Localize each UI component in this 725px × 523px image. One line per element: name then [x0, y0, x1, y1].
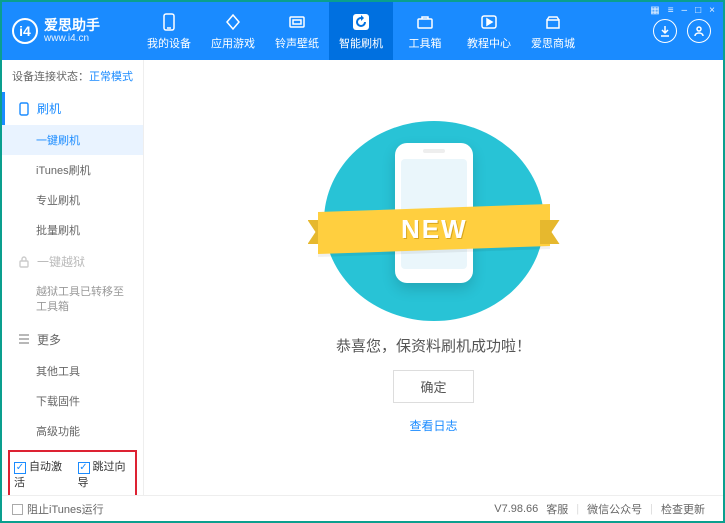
header: ▦ ≡ – □ × i4 爱思助手 www.i4.cn 我的设备 应用游戏 — [2, 2, 723, 60]
sidebar-item-itunes-flash[interactable]: iTunes刷机 — [2, 155, 143, 185]
minimize-button[interactable]: – — [682, 5, 688, 16]
nav-label: 工具箱 — [409, 35, 442, 51]
section-flash-header[interactable]: 刷机 — [2, 92, 143, 125]
section-title: 刷机 — [37, 100, 61, 117]
window-controls: ▦ ≡ – □ × — [650, 5, 715, 16]
section-flash: 刷机 一键刷机 iTunes刷机 专业刷机 批量刷机 — [2, 92, 143, 245]
device-icon — [159, 12, 179, 32]
new-ribbon: NEW — [318, 208, 550, 250]
checkbox-auto-activate[interactable]: ✓自动激活 — [14, 458, 68, 490]
check-update-link[interactable]: 检查更新 — [661, 501, 705, 517]
nav-apps[interactable]: 应用游戏 — [201, 2, 265, 60]
nav-label: 铃声壁纸 — [275, 35, 319, 51]
section-title: 更多 — [37, 331, 61, 348]
nav-label: 我的设备 — [147, 35, 191, 51]
ribbon-text: NEW — [400, 214, 467, 245]
brand-url: www.i4.cn — [44, 33, 100, 44]
check-icon: ✓ — [78, 462, 90, 474]
sidebar-item-other-tools[interactable]: 其他工具 — [2, 356, 143, 386]
customer-service-link[interactable]: 客服 — [546, 501, 568, 517]
flash-icon — [17, 102, 31, 116]
refresh-icon — [351, 12, 371, 32]
user-button[interactable] — [687, 19, 711, 43]
nav-label: 爱思商城 — [531, 35, 575, 51]
shop-icon — [543, 12, 563, 32]
jailbreak-moved-note: 越狱工具已转移至工具箱 — [2, 278, 143, 323]
wechat-link[interactable]: 微信公众号 — [587, 501, 642, 517]
sidebar-item-batch-flash[interactable]: 批量刷机 — [2, 215, 143, 245]
nav-toolbox[interactable]: 工具箱 — [393, 2, 457, 60]
checkbox-block-itunes[interactable]: 阻止iTunes运行 — [12, 501, 104, 517]
options-row: ✓自动激活 ✓跳过向导 — [8, 450, 137, 495]
nav-shop[interactable]: 爱思商城 — [521, 2, 585, 60]
section-title: 一键越狱 — [37, 253, 85, 270]
brand-title: 爱思助手 — [44, 18, 100, 33]
view-log-link[interactable]: 查看日志 — [409, 417, 457, 434]
nav-ringtones[interactable]: 铃声壁纸 — [265, 2, 329, 60]
nav-tutorials[interactable]: 教程中心 — [457, 2, 521, 60]
nav-my-device[interactable]: 我的设备 — [137, 2, 201, 60]
menu-button[interactable]: ≡ — [668, 5, 674, 16]
logo-icon: i4 — [12, 18, 38, 44]
nav-smart-flash[interactable]: 智能刷机 — [329, 2, 393, 60]
conn-label: 设备连接状态： — [12, 71, 89, 83]
maximize-button[interactable]: □ — [695, 5, 701, 16]
section-more-header[interactable]: 更多 — [2, 323, 143, 356]
section-jailbreak: 一键越狱 越狱工具已转移至工具箱 — [2, 245, 143, 323]
sidebar: 设备连接状态：正常模式 刷机 一键刷机 iTunes刷机 专业刷机 批量刷机 一… — [2, 60, 144, 495]
sidebar-item-advanced[interactable]: 高级功能 — [2, 416, 143, 446]
nav-label: 智能刷机 — [339, 35, 383, 51]
check-icon: ✓ — [14, 462, 26, 474]
sidebar-item-oneclick-flash[interactable]: 一键刷机 — [2, 125, 143, 155]
apps-icon — [223, 12, 243, 32]
toolbox-icon — [415, 12, 435, 32]
section-more: 更多 其他工具 下载固件 高级功能 — [2, 323, 143, 446]
connection-status: 设备连接状态：正常模式 — [2, 60, 143, 92]
nav-label: 教程中心 — [467, 35, 511, 51]
ok-button[interactable]: 确定 — [393, 370, 473, 403]
success-illustration: NEW — [324, 121, 544, 321]
app-window: ▦ ≡ – □ × i4 爱思助手 www.i4.cn 我的设备 应用游戏 — [0, 0, 725, 523]
download-button[interactable] — [653, 19, 677, 43]
checkbox-skip-guide[interactable]: ✓跳过向导 — [78, 458, 132, 490]
ringtone-icon — [287, 12, 307, 32]
play-icon — [479, 12, 499, 32]
checkbox-label: 阻止iTunes运行 — [27, 504, 104, 516]
more-icon — [17, 332, 31, 346]
conn-mode: 正常模式 — [89, 71, 133, 83]
footer: 阻止iTunes运行 V7.98.66 客服 | 微信公众号 | 检查更新 — [2, 495, 723, 521]
success-message: 恭喜您，保资料刷机成功啦！ — [336, 335, 531, 356]
main-panel: NEW 恭喜您，保资料刷机成功啦！ 确定 查看日志 — [144, 60, 723, 495]
check-icon — [12, 504, 23, 515]
sidebar-item-pro-flash[interactable]: 专业刷机 — [2, 185, 143, 215]
version-label: V7.98.66 — [494, 503, 538, 515]
body: 设备连接状态：正常模式 刷机 一键刷机 iTunes刷机 专业刷机 批量刷机 一… — [2, 60, 723, 495]
section-jailbreak-header: 一键越狱 — [2, 245, 143, 278]
sidebar-item-download-firmware[interactable]: 下载固件 — [2, 386, 143, 416]
brand: i4 爱思助手 www.i4.cn — [2, 2, 137, 60]
nav-label: 应用游戏 — [211, 35, 255, 51]
skin-button[interactable]: ▦ — [650, 5, 659, 16]
lock-icon — [17, 255, 31, 269]
top-nav: 我的设备 应用游戏 铃声壁纸 智能刷机 工具箱 教程中心 — [137, 2, 653, 60]
close-button[interactable]: × — [709, 5, 715, 16]
